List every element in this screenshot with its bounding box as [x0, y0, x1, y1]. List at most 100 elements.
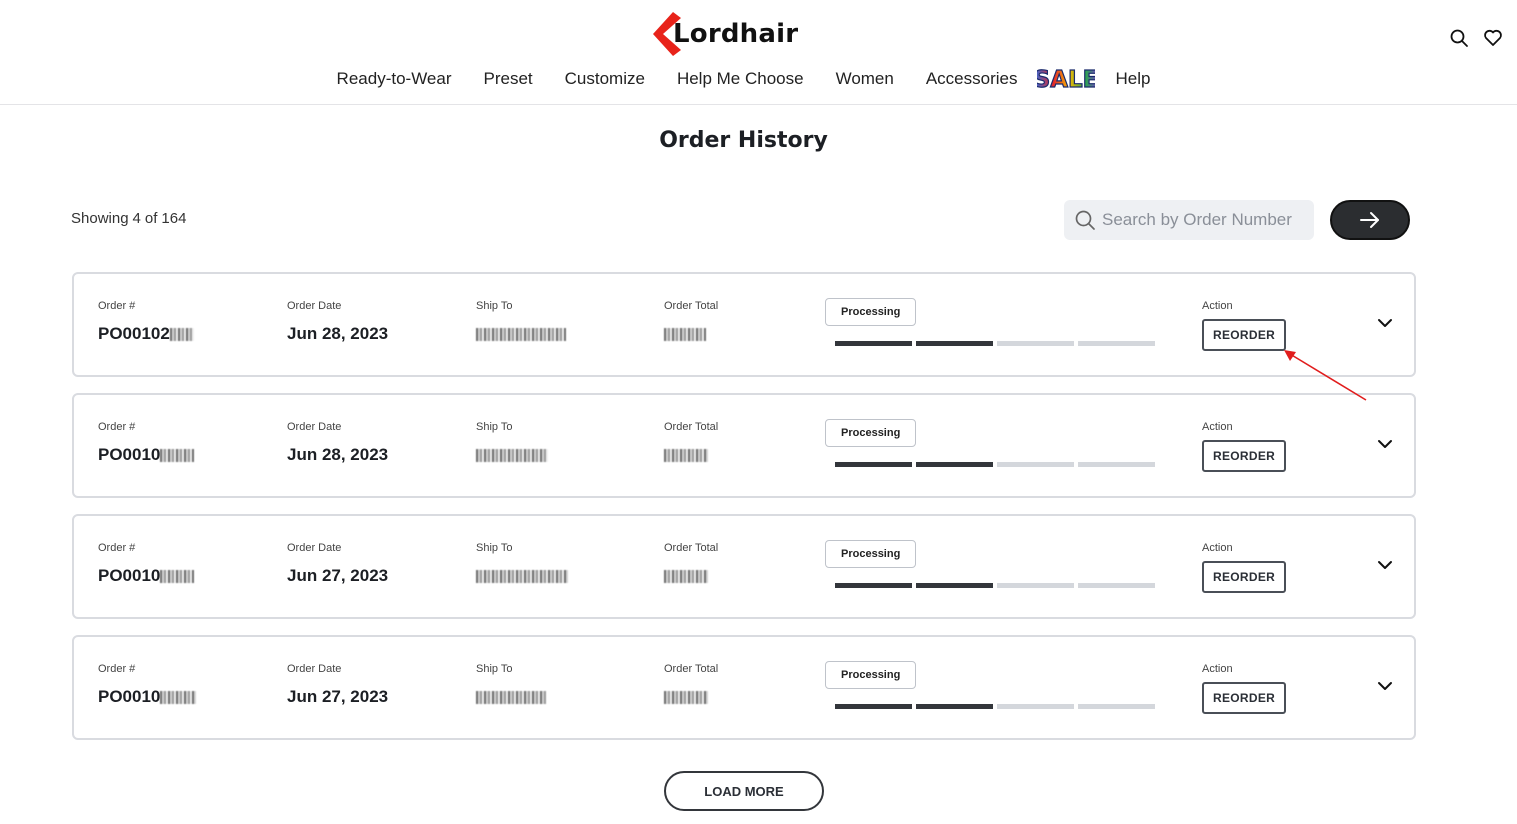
chevron-down-icon[interactable]: [1374, 675, 1396, 697]
order-card: Order # PO00102 Order Date Jun 28, 2023 …: [72, 272, 1416, 377]
order-list: Order # PO00102 Order Date Jun 28, 2023 …: [72, 272, 1416, 756]
order-total-value: [664, 687, 718, 707]
order-total-value: [664, 324, 718, 344]
progress-step: [1078, 462, 1155, 467]
search-submit-button[interactable]: [1330, 200, 1410, 240]
logo-text: Lordhair: [673, 19, 799, 49]
order-date: Jun 28, 2023: [287, 324, 389, 343]
chevron-down-icon[interactable]: [1374, 554, 1396, 576]
reorder-button[interactable]: REORDER: [1202, 440, 1287, 472]
order-status: Processing: [825, 540, 1155, 588]
action-label: Action: [1202, 663, 1233, 675]
redacted-text: [160, 691, 197, 705]
order-number-label: Order #: [98, 663, 136, 675]
chevron-down-icon[interactable]: [1374, 433, 1396, 455]
order-number-label: Order #: [98, 542, 136, 554]
order-total-value: [664, 445, 718, 465]
progress-step: [997, 583, 1074, 588]
status-badge: Processing: [825, 298, 917, 326]
redacted-text: [160, 449, 195, 463]
load-more-button[interactable]: LOAD MORE: [664, 771, 824, 811]
reorder-button[interactable]: REORDER: [1202, 682, 1287, 714]
order-date-label: Order Date: [287, 542, 342, 554]
status-badge: Processing: [825, 419, 917, 447]
ship-to-value: [476, 566, 568, 586]
progress-step: [916, 704, 993, 709]
progress-step: [916, 583, 993, 588]
nav-help-me-choose[interactable]: Help Me Choose: [677, 69, 804, 89]
order-search-input[interactable]: [1102, 210, 1312, 230]
redacted-text: [476, 570, 568, 584]
nav-women[interactable]: Women: [836, 69, 894, 89]
ship-to-value: [476, 324, 566, 344]
ship-to-label: Ship To: [476, 421, 513, 433]
showing-count: Showing 4 of 164: [71, 210, 187, 227]
ship-to-value: [476, 445, 548, 465]
search-icon[interactable]: [1449, 28, 1469, 48]
order-progress: [835, 462, 1155, 467]
progress-step: [1078, 704, 1155, 709]
logo-chevron-icon: [653, 12, 681, 56]
redacted-text: [664, 570, 708, 584]
redacted-text: [476, 449, 548, 463]
nav-ready-to-wear[interactable]: Ready-to-Wear: [337, 69, 452, 89]
order-status: Processing: [825, 661, 1155, 709]
page-title: Order History: [659, 128, 828, 153]
status-badge: Processing: [825, 661, 917, 689]
site-logo[interactable]: Lordhair: [651, 10, 798, 58]
nav-customize[interactable]: Customize: [565, 69, 645, 89]
order-progress: [835, 341, 1155, 346]
redacted-text: [664, 328, 706, 342]
redacted-text: [476, 691, 546, 705]
progress-step: [916, 462, 993, 467]
sale-logo-icon: SALE: [1037, 66, 1095, 93]
order-total-label: Order Total: [664, 421, 719, 433]
status-badge: Processing: [825, 540, 917, 568]
order-number: PO0010: [98, 445, 195, 465]
order-card: Order # PO0010 Order Date Jun 27, 2023 S…: [72, 514, 1416, 619]
action-label: Action: [1202, 542, 1233, 554]
reorder-button[interactable]: REORDER: [1202, 561, 1287, 593]
nav-preset[interactable]: Preset: [484, 69, 533, 89]
order-total-label: Order Total: [664, 663, 719, 675]
redacted-text: [664, 449, 708, 463]
heart-icon[interactable]: [1483, 28, 1503, 48]
ship-to-label: Ship To: [476, 300, 513, 312]
main-nav: Ready-to-Wear Preset Customize Help Me C…: [0, 64, 1517, 94]
redacted-text: [664, 691, 708, 705]
redacted-text: [160, 570, 195, 584]
order-date: Jun 27, 2023: [287, 687, 389, 706]
reorder-button[interactable]: REORDER: [1202, 319, 1287, 351]
ship-to-value: [476, 687, 546, 707]
progress-step: [835, 341, 912, 346]
nav-sale-badge[interactable]: SALE: [1037, 64, 1095, 94]
arrow-right-icon: [1360, 212, 1379, 228]
chevron-down-icon[interactable]: [1374, 312, 1396, 334]
order-status: Processing: [825, 298, 1155, 346]
order-number: PO00102: [98, 324, 194, 344]
order-number: PO0010: [98, 566, 195, 586]
action-label: Action: [1202, 300, 1233, 312]
order-total-label: Order Total: [664, 300, 719, 312]
svg-text:SALE: SALE: [1037, 67, 1095, 93]
progress-step: [835, 462, 912, 467]
progress-step: [835, 704, 912, 709]
nav-help[interactable]: Help: [1115, 69, 1150, 89]
progress-step: [916, 341, 993, 346]
order-card: Order # PO0010 Order Date Jun 28, 2023 S…: [72, 393, 1416, 498]
order-date: Jun 27, 2023: [287, 566, 389, 585]
order-date-label: Order Date: [287, 421, 342, 433]
site-header: Lordhair Ready-to-Wear Preset Customize …: [0, 0, 1517, 105]
progress-step: [835, 583, 912, 588]
ship-to-label: Ship To: [476, 542, 513, 554]
header-icons: [1449, 28, 1503, 48]
ship-to-label: Ship To: [476, 663, 513, 675]
redacted-text: [169, 328, 194, 342]
progress-step: [997, 462, 1074, 467]
order-date: Jun 28, 2023: [287, 445, 389, 464]
order-status: Processing: [825, 419, 1155, 467]
order-date-label: Order Date: [287, 300, 342, 312]
progress-step: [997, 704, 1074, 709]
order-total-label: Order Total: [664, 542, 719, 554]
nav-accessories[interactable]: Accessories: [926, 69, 1018, 89]
